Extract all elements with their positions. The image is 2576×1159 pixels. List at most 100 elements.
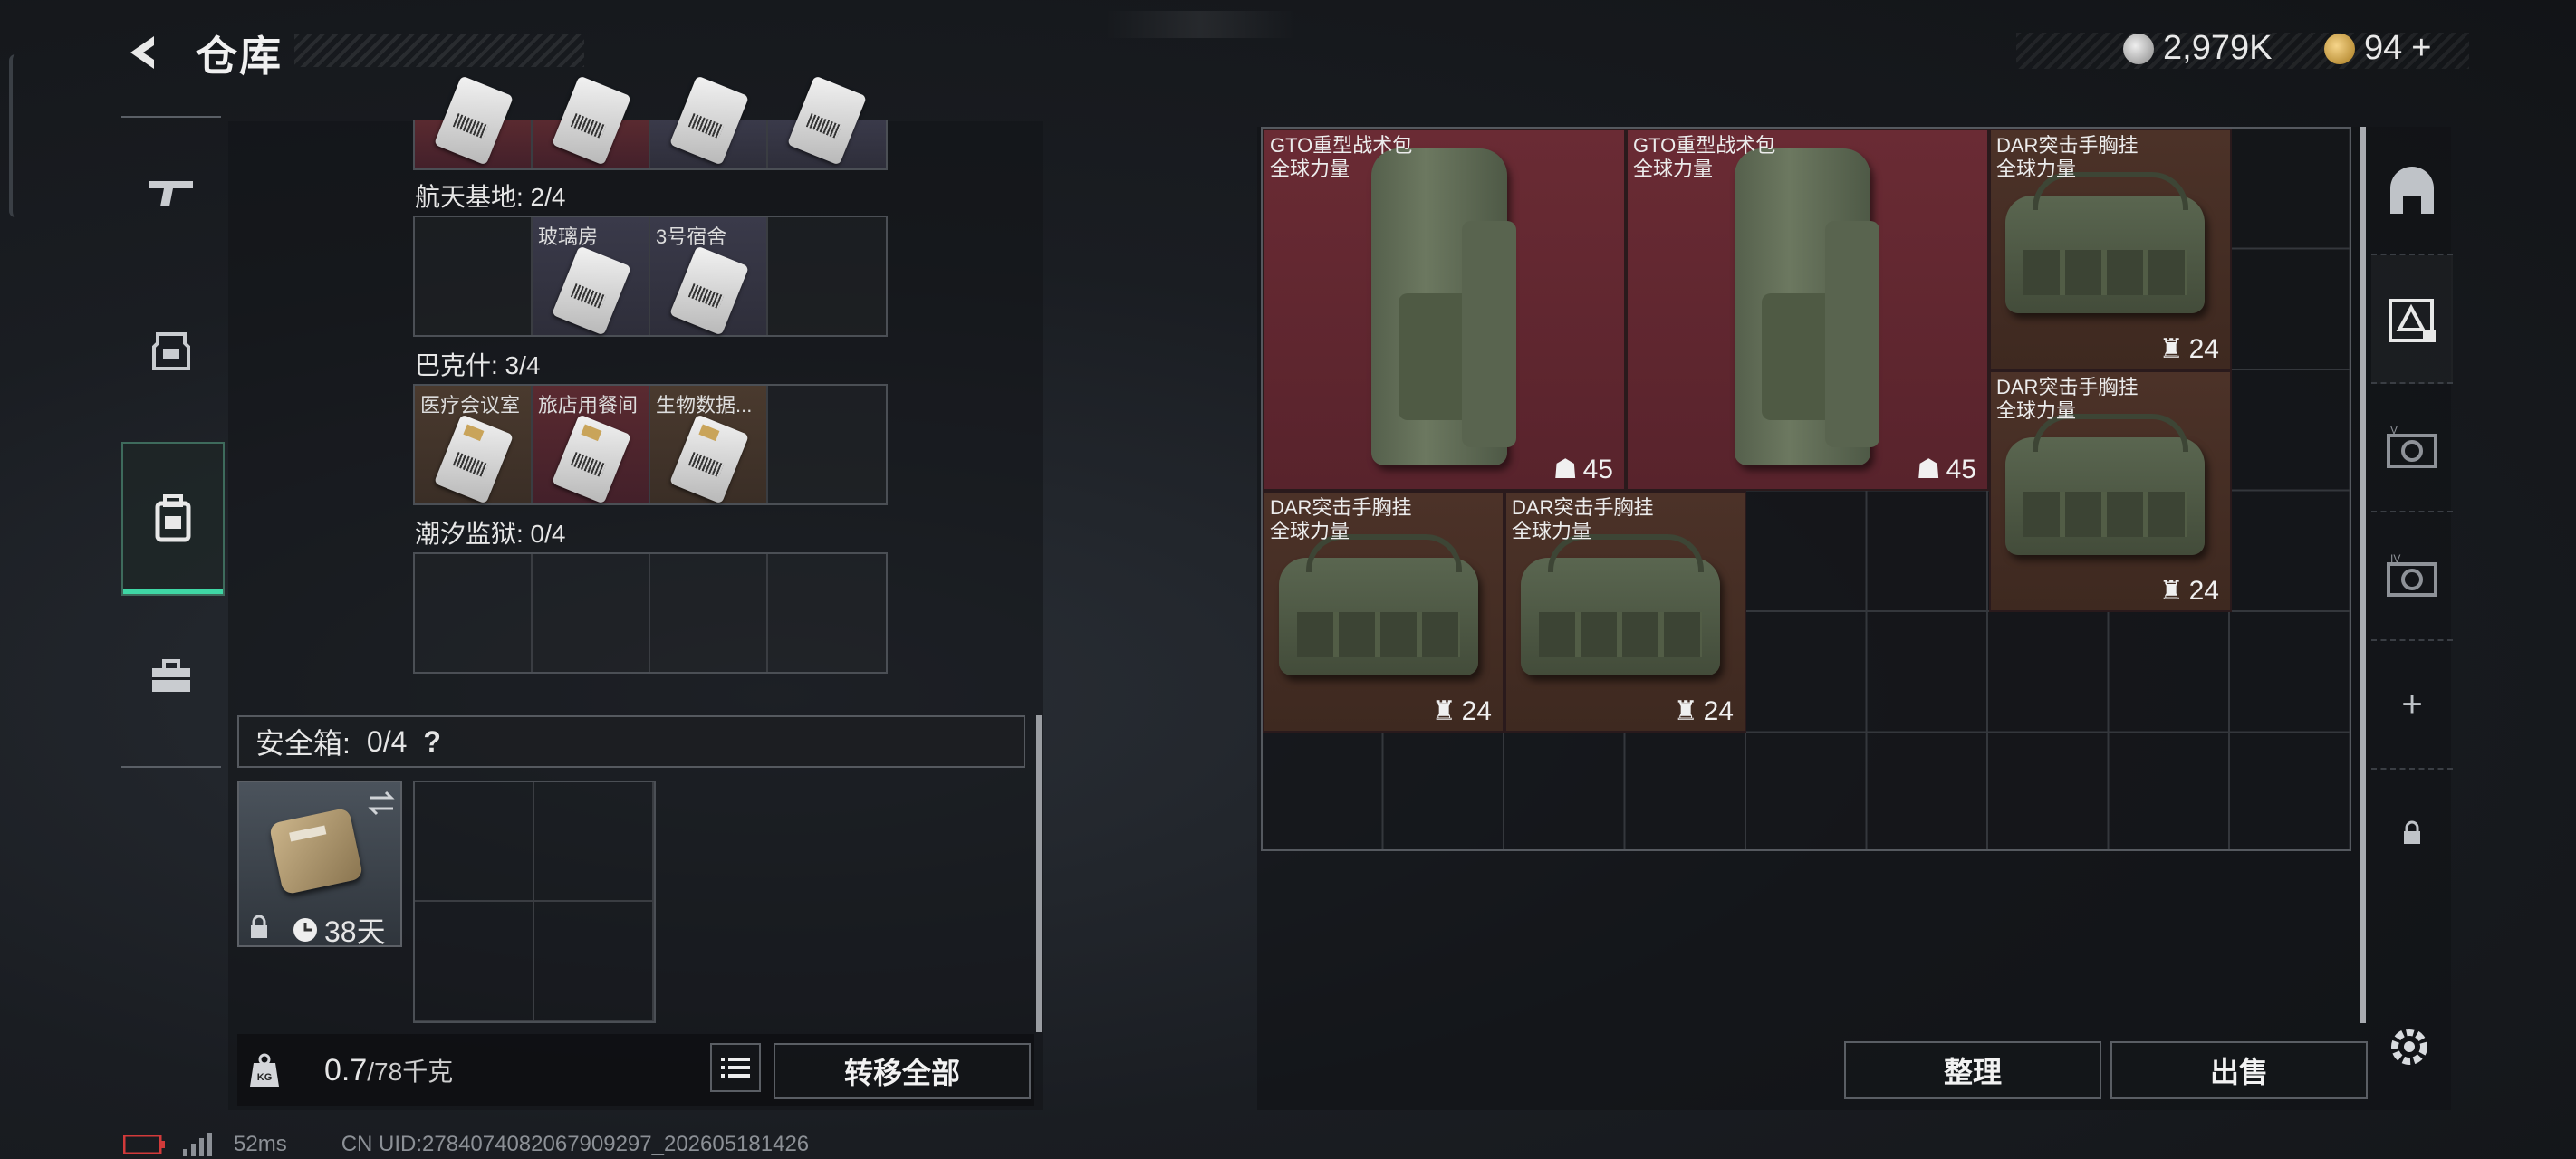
key-slot-empty[interactable] — [768, 386, 886, 503]
expiry-text: 38天 — [324, 915, 386, 948]
secure-box-label: 安全箱: — [255, 727, 351, 760]
chest-rig-capacity-icon: ♜ — [2158, 576, 2184, 606]
stash-tab-3-icon: V — [2387, 425, 2437, 468]
stash-item-chest-rig[interactable]: DAR突击手胸挂 全球力量 ♜ 24 — [1504, 491, 1746, 733]
add-stash-button[interactable]: + — [2371, 641, 2453, 770]
stash-scrollbar[interactable] — [2360, 127, 2366, 1023]
weight-kg-icon: KG — [250, 1053, 279, 1087]
item-name: DAR突击手胸挂 — [1996, 376, 2139, 398]
item-faction: 全球力量 — [1996, 158, 2077, 180]
stash-tab-1[interactable] — [2371, 127, 2453, 255]
item-capacity: ♜ 24 — [1674, 695, 1734, 727]
key-slot[interactable]: 旅店用餐间 — [533, 386, 650, 504]
key-name: 生物数据... — [656, 394, 753, 417]
chest-rig-image — [1521, 534, 1720, 675]
keycard-icon — [551, 75, 632, 166]
key-slot[interactable] — [768, 75, 886, 168]
list-view-button[interactable] — [710, 1043, 761, 1092]
list-icon — [721, 1058, 750, 1078]
settings-button[interactable] — [2384, 1021, 2438, 1076]
silver-currency: 2,979K — [2123, 29, 2272, 68]
nav-toolbox[interactable] — [121, 605, 221, 750]
weight-current: 0.7 — [324, 1053, 368, 1087]
sell-button[interactable]: 出售 — [2110, 1041, 2368, 1099]
transfer-all-button[interactable]: 转移全部 — [774, 1043, 1031, 1099]
secure-case-slot[interactable]: 38天 — [237, 781, 402, 948]
stash-tab-2[interactable] — [2371, 255, 2453, 384]
left-edge-decoration — [9, 54, 22, 217]
secure-case-icon — [268, 807, 364, 896]
stash-item-chest-rig[interactable]: DAR突击手胸挂 全球力量 ♜ 24 — [1989, 129, 2232, 370]
nav-weapons[interactable] — [121, 120, 221, 264]
help-icon[interactable]: ? — [423, 725, 441, 759]
key-slot-empty[interactable] — [415, 554, 533, 672]
item-name: DAR突击手胸挂 — [1270, 496, 1412, 519]
key-slot-empty[interactable] — [768, 217, 886, 335]
top-decoration — [1105, 11, 1295, 38]
item-count: 24 — [2188, 333, 2219, 364]
lock-icon — [2404, 820, 2420, 844]
toolbox-icon — [152, 659, 190, 692]
key-slot-empty[interactable] — [768, 554, 886, 672]
section-label: 航天基地: 2/4 — [415, 183, 566, 211]
nav-armor[interactable] — [121, 279, 221, 424]
item-capacity: ♜ 24 — [2159, 333, 2219, 365]
title-stripe-decoration — [294, 34, 584, 67]
stash-tab-4-icon: IV — [2387, 553, 2437, 597]
silver-currency-value: 2,979K — [2163, 29, 2273, 67]
stash-grid[interactable]: GTO重型战术包 全球力量 ☗ 45 GTO重型战术包 全球力量 ☗ 45 DAR突… — [1261, 127, 2351, 851]
secure-box-grid[interactable] — [413, 781, 656, 1023]
gold-currency-value: 94 — [2364, 29, 2403, 67]
swap-icon[interactable] — [366, 790, 397, 817]
item-name: DAR突击手胸挂 — [1996, 134, 2139, 157]
key-slot[interactable]: 玻璃房 — [533, 217, 650, 336]
lock-icon — [251, 915, 267, 938]
locked-stash-slot — [2371, 770, 2453, 896]
gear-icon — [2391, 1029, 2427, 1065]
back-button[interactable] — [118, 27, 168, 78]
stash-tab-1-icon — [2390, 167, 2434, 214]
key-slot-empty[interactable] — [650, 554, 768, 672]
expiry-badge: 38天 — [292, 909, 386, 951]
status-bar: 52ms CN UID:2784074082067909297_20260518… — [123, 1132, 809, 1157]
item-faction: 全球力量 — [1270, 520, 1350, 542]
key-slot[interactable]: 3号宿舍 — [650, 217, 768, 336]
stash-tab-4[interactable]: IV — [2371, 512, 2453, 641]
key-slot-empty[interactable] — [533, 554, 650, 672]
left-scrollbar[interactable] — [1036, 715, 1042, 1032]
key-slot-empty[interactable] — [415, 217, 533, 335]
stash-item-backpack[interactable]: GTO重型战术包 全球力量 ☗ 45 — [1626, 129, 1989, 491]
weight-bar: KG 0.7/78千克 转移全部 — [237, 1034, 1034, 1106]
organize-button[interactable]: 整理 — [1844, 1041, 2101, 1099]
key-slot[interactable]: 医疗会议室 — [415, 386, 533, 504]
gold-currency-add[interactable]: + — [2411, 29, 2431, 68]
item-faction: 全球力量 — [1996, 399, 2077, 422]
pistol-icon — [149, 181, 193, 206]
gold-currency[interactable]: 94 + — [2324, 29, 2431, 68]
chest-rig-capacity-icon: ♜ — [2158, 334, 2184, 364]
battery-icon — [123, 1135, 165, 1154]
stash-item-chest-rig[interactable]: DAR突击手胸挂 全球力量 ♜ 24 — [1989, 370, 2232, 612]
left-category-nav — [121, 116, 225, 768]
backpack-image — [1735, 148, 1879, 465]
stash-tab-3[interactable]: V — [2371, 384, 2453, 512]
weight-readout: 0.7/78千克 — [324, 1052, 453, 1088]
backpack-image — [1371, 148, 1516, 465]
ping-text: 52ms — [234, 1132, 287, 1156]
nav-backpack[interactable] — [121, 442, 225, 596]
key-name: 医疗会议室 — [420, 394, 521, 417]
key-slot[interactable]: 生物数据... — [650, 386, 768, 504]
key-slot[interactable] — [650, 75, 768, 168]
page-title: 仓库 — [196, 33, 283, 80]
key-slot[interactable] — [415, 75, 533, 168]
chest-rig-capacity-icon: ♜ — [1431, 696, 1456, 726]
stash-item-chest-rig[interactable]: DAR突击手胸挂 全球力量 ♜ 24 — [1263, 491, 1504, 733]
item-name: GTO重型战术包 — [1270, 134, 1413, 157]
stash-item-backpack[interactable]: GTO重型战术包 全球力量 ☗ 45 — [1263, 129, 1626, 491]
chest-rig-image — [1279, 534, 1478, 675]
backpack-capacity-icon: ☗ — [1916, 455, 1941, 484]
item-name: GTO重型战术包 — [1633, 134, 1776, 157]
section-label: 潮汐监狱: 0/4 — [415, 520, 566, 548]
item-count: 45 — [1946, 454, 1976, 484]
key-slot[interactable] — [533, 75, 650, 168]
